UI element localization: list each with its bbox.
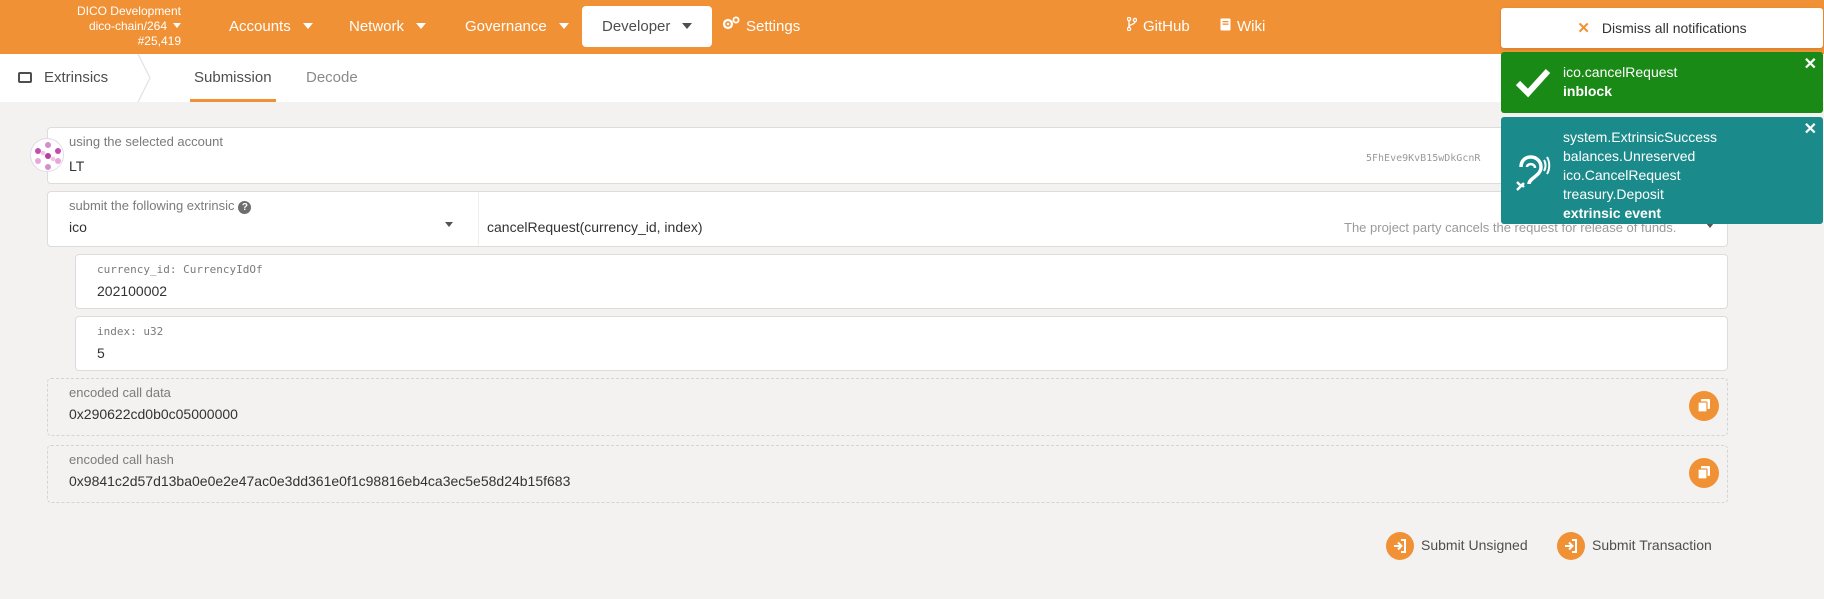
call-data-label: encoded call data xyxy=(69,385,171,400)
menu-accounts[interactable]: Accounts xyxy=(229,0,313,54)
chevron-down-icon xyxy=(173,23,181,28)
account-identicon xyxy=(30,138,64,172)
notification-inblock: ico.cancelRequest inblock ✕ xyxy=(1501,52,1823,113)
menu-network-label: Network xyxy=(349,18,405,35)
menu-settings-label: Settings xyxy=(746,18,801,35)
breadcrumb-chevron-icon xyxy=(137,54,151,102)
copy-icon xyxy=(1697,466,1710,480)
chevron-down-icon[interactable] xyxy=(445,222,453,227)
notification-line: treasury.Deposit xyxy=(1563,186,1664,202)
chain-spec: dico-chain/264 xyxy=(88,19,167,33)
notification-line: ico.CancelRequest xyxy=(1563,167,1681,183)
select-divider xyxy=(478,192,479,246)
chain-selector[interactable]: DICO Development dico-chain/264 #25,419 xyxy=(0,4,181,49)
encoded-call-data: encoded call data 0x290622cd0b0c05000000 xyxy=(47,378,1728,436)
account-name: LT xyxy=(69,158,85,174)
submit-transaction-label: Submit Transaction xyxy=(1592,537,1712,553)
link-wiki-label: Wiki xyxy=(1237,18,1266,35)
call-data-value: 0x290622cd0b0c05000000 xyxy=(69,406,238,422)
sign-in-icon xyxy=(1557,532,1585,561)
chain-name: DICO Development xyxy=(76,4,181,18)
param-currency-id-value[interactable]: 202100002 xyxy=(97,283,167,299)
notification-line: balances.Unreserved xyxy=(1563,148,1696,164)
tab-submission[interactable]: Submission xyxy=(190,54,276,102)
param-index-value[interactable]: 5 xyxy=(97,345,105,361)
account-label: using the selected account xyxy=(69,134,223,149)
menu-governance-label: Governance xyxy=(465,18,547,35)
block-number: #25,419 xyxy=(137,34,181,48)
close-icon: ✕ xyxy=(1577,20,1590,37)
tab-decode-label: Decode xyxy=(306,69,358,86)
account-address: 5FhEve9KvB15wDkGcnR xyxy=(1366,153,1481,164)
dismiss-all-button[interactable]: ✕ Dismiss all notifications xyxy=(1501,8,1823,48)
dismiss-all-label: Dismiss all notifications xyxy=(1601,20,1747,36)
link-github[interactable]: GitHub xyxy=(1126,0,1190,54)
menu-developer-label: Developer xyxy=(602,18,671,35)
submit-unsigned-button[interactable]: Submit Unsigned xyxy=(1386,531,1528,561)
sign-in-icon xyxy=(1386,532,1414,561)
param-index-label: index: u32 xyxy=(97,325,164,338)
notification-status: inblock xyxy=(1563,83,1613,99)
gears-icon xyxy=(722,0,740,54)
caret-down-icon xyxy=(416,23,427,29)
menu-accounts-label: Accounts xyxy=(229,18,291,35)
call-hash-value: 0x9841c2d57d13ba0e0e2e47ac0e3dd361e0f1c9… xyxy=(69,473,571,489)
encoded-call-hash: encoded call hash 0x9841c2d57d13ba0e0e2e… xyxy=(47,445,1728,503)
tab-submission-label: Submission xyxy=(194,69,272,86)
notification-status: extrinsic event xyxy=(1563,205,1662,221)
menu-governance[interactable]: Governance xyxy=(465,0,569,54)
tab-decode[interactable]: Decode xyxy=(306,54,358,102)
assistive-listening-icon xyxy=(1516,155,1551,191)
caret-down-icon xyxy=(558,23,569,29)
param-currency-id-label: currency_id: CurrencyIdOf xyxy=(97,263,263,276)
help-icon[interactable]: ? xyxy=(238,201,252,214)
check-icon xyxy=(1515,68,1551,98)
caret-down-icon xyxy=(682,23,693,29)
extrinsic-selector: submit the following extrinsic? ico canc… xyxy=(47,191,1728,247)
call-hash-label: encoded call hash xyxy=(69,452,174,467)
menu-developer[interactable]: Developer xyxy=(582,6,713,47)
code-branch-icon xyxy=(1126,0,1138,54)
caret-down-icon xyxy=(302,23,313,29)
notification-line: system.ExtrinsicSuccess xyxy=(1563,129,1718,145)
menu-network[interactable]: Network xyxy=(349,0,427,54)
book-icon xyxy=(1220,0,1231,54)
close-notification-button[interactable]: ✕ xyxy=(1804,54,1817,74)
link-wiki[interactable]: Wiki xyxy=(1220,0,1265,54)
section-extrinsics: Extrinsics xyxy=(18,54,108,102)
menu-settings[interactable]: Settings xyxy=(722,0,800,54)
notification-line: ico.cancelRequest xyxy=(1563,64,1678,80)
close-notification-button[interactable]: ✕ xyxy=(1804,119,1817,139)
extrinsics-icon xyxy=(18,72,32,83)
link-github-label: GitHub xyxy=(1143,18,1190,35)
param-index[interactable]: index: u32 5 xyxy=(75,316,1728,371)
copy-call-data-button[interactable] xyxy=(1689,391,1719,421)
pallet-select[interactable]: ico xyxy=(69,219,87,235)
submit-transaction-button[interactable]: Submit Transaction xyxy=(1557,531,1712,561)
copy-icon xyxy=(1697,399,1710,413)
param-currency-id[interactable]: currency_id: CurrencyIdOf 202100002 xyxy=(75,254,1728,309)
notification-events: system.ExtrinsicSuccess balances.Unreser… xyxy=(1501,117,1823,224)
extrinsic-label-text: submit the following extrinsic xyxy=(69,198,235,213)
submit-unsigned-label: Submit Unsigned xyxy=(1421,537,1528,553)
extrinsic-label: submit the following extrinsic? xyxy=(69,198,252,214)
copy-call-hash-button[interactable] xyxy=(1689,458,1719,488)
section-label: Extrinsics xyxy=(44,69,109,86)
method-select[interactable]: cancelRequest(currency_id, index) xyxy=(487,219,703,235)
